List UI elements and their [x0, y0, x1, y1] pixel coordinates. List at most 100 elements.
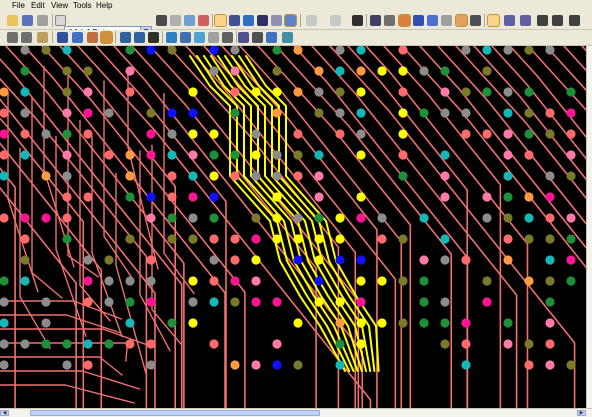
route-icon[interactable]	[243, 15, 254, 26]
move-icon[interactable]	[537, 15, 548, 26]
pcb-pad	[482, 129, 492, 139]
layers-icon[interactable]	[57, 32, 68, 43]
pcb-trace	[275, 46, 453, 408]
pointer-icon[interactable]	[487, 14, 500, 27]
pcb-pad	[335, 234, 345, 244]
pcb-pad	[545, 339, 555, 349]
cursor-icon[interactable]	[569, 15, 580, 26]
pcb-pad	[293, 255, 303, 265]
pcb-pad	[482, 46, 492, 55]
save-icon[interactable]	[22, 15, 33, 26]
zoom-window-icon[interactable]	[384, 15, 395, 26]
pcb-pad	[524, 46, 534, 55]
horizontal-scrollbar[interactable]: ◀ ▶	[0, 408, 592, 417]
arrow-icon[interactable]	[72, 32, 83, 43]
scrollbar-thumb[interactable]	[30, 410, 320, 416]
pad-icon[interactable]	[148, 32, 159, 43]
via-icon[interactable]	[100, 31, 113, 44]
measure-icon[interactable]	[229, 15, 240, 26]
pcb-pad	[230, 360, 240, 370]
grid-icon[interactable]	[441, 15, 452, 26]
view-icon[interactable]	[427, 15, 438, 26]
pcb-pad	[167, 234, 177, 244]
sync-icon[interactable]	[266, 32, 277, 43]
pcb-pad	[335, 360, 345, 370]
zoom-fit-icon[interactable]	[398, 14, 411, 27]
pcb-pad	[230, 46, 240, 55]
pcb-trace	[0, 98, 156, 408]
arc-route-icon[interactable]	[134, 32, 145, 43]
group-icon[interactable]	[238, 32, 249, 43]
pcb-pad	[188, 213, 198, 223]
properties-icon[interactable]	[184, 15, 195, 26]
zoom-icon[interactable]	[370, 15, 381, 26]
pcb-pad	[251, 297, 261, 307]
pcb-pad	[272, 339, 282, 349]
pcb-pad	[188, 171, 198, 181]
arrow-right-icon[interactable]	[520, 15, 531, 26]
drc-icon[interactable]	[284, 14, 297, 27]
menu-tools[interactable]: Tools	[73, 0, 92, 12]
align-icon[interactable]	[252, 32, 263, 43]
scroll-right-icon[interactable]: ▶	[577, 410, 586, 416]
open-icon[interactable]	[7, 15, 18, 26]
pcb-pad	[524, 339, 534, 349]
pcb-pad	[272, 46, 282, 55]
pcb-canvas[interactable]	[0, 46, 586, 408]
layer-stack-icon[interactable]	[198, 15, 209, 26]
arrow-left-icon[interactable]	[504, 15, 515, 26]
pcb-pad	[188, 150, 198, 160]
menu-view[interactable]: View	[51, 0, 68, 12]
pcb-pad	[209, 339, 219, 349]
pcb-pad	[440, 234, 450, 244]
print-icon[interactable]	[37, 15, 48, 26]
diagonal-route-icon[interactable]	[120, 32, 131, 43]
pcb-pad	[398, 234, 408, 244]
undo-icon[interactable]	[306, 15, 317, 26]
pcb-pad	[20, 255, 30, 265]
pcb-pad	[230, 171, 240, 181]
pcb-pad	[503, 339, 513, 349]
net-highlight-icon[interactable]	[170, 15, 181, 26]
filter-net-icon[interactable]	[21, 32, 32, 43]
layer-color-icon[interactable]	[156, 15, 167, 26]
pan-icon[interactable]	[413, 15, 424, 26]
pcb-pad	[272, 150, 282, 160]
plane-icon[interactable]	[180, 32, 191, 43]
pcb-pad	[335, 66, 345, 76]
pcb-pad	[461, 318, 471, 328]
pcb-pad	[230, 66, 240, 76]
pcb-pad	[41, 213, 51, 223]
pcb-pad	[566, 255, 576, 265]
pcb-pad	[503, 318, 513, 328]
pcb-pad	[419, 66, 429, 76]
redo-icon[interactable]	[330, 15, 341, 26]
pour-icon[interactable]	[194, 32, 205, 43]
export-icon[interactable]	[282, 32, 293, 43]
pcb-pad	[461, 108, 471, 118]
pcb-pad	[272, 192, 282, 202]
pcb-pad	[62, 87, 72, 97]
select-icon[interactable]	[214, 14, 227, 27]
component-icon[interactable]	[257, 15, 268, 26]
filter-icon[interactable]	[7, 32, 18, 43]
text-icon[interactable]	[208, 32, 219, 43]
menu-edit[interactable]: Edit	[31, 0, 45, 12]
window-icon[interactable]	[455, 14, 468, 27]
scroll-left-icon[interactable]: ◀	[0, 410, 9, 416]
stretch-icon[interactable]	[552, 15, 563, 26]
pcb-pad	[545, 234, 555, 244]
pcb-pad	[125, 192, 135, 202]
menu-help[interactable]: Help	[96, 0, 112, 12]
note-icon[interactable]	[271, 15, 282, 26]
vertical-scrollbar[interactable]	[586, 46, 592, 408]
menu-file[interactable]: File	[12, 0, 25, 12]
dimension-icon[interactable]	[222, 32, 233, 43]
trace-icon[interactable]	[87, 32, 98, 43]
refresh-icon[interactable]	[352, 15, 363, 26]
pcb-pad	[293, 129, 303, 139]
comment-icon[interactable]	[470, 15, 481, 26]
highlight-icon[interactable]	[37, 32, 48, 43]
copper-icon[interactable]	[166, 32, 177, 43]
layer-visibility-icon[interactable]	[55, 15, 66, 26]
